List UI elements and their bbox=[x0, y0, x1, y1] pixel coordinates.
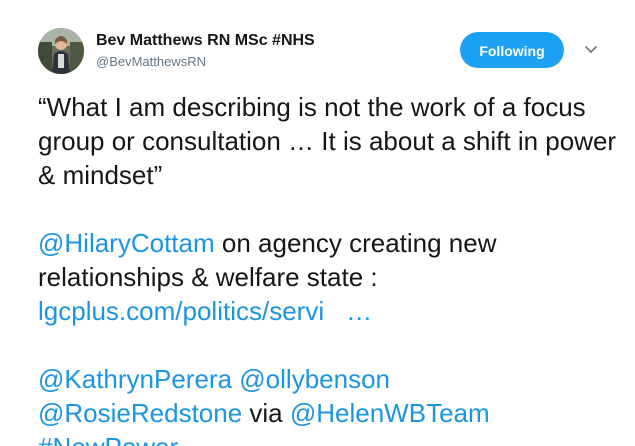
tweet-card: Bev Matthews RN MSc #NHS @BevMatthewsRN … bbox=[0, 0, 635, 446]
hashtag-newpower[interactable]: #NewPower bbox=[38, 432, 178, 446]
mention-hilarycottam[interactable]: @HilaryCottam bbox=[38, 228, 215, 258]
mention-kathrynperera[interactable]: @KathrynPerera bbox=[38, 364, 232, 394]
article-link[interactable]: lgcplus.com/politics/servi bbox=[38, 296, 324, 326]
chevron-down-icon[interactable] bbox=[584, 42, 598, 56]
tweet-text: “What I am describing is not the work of… bbox=[38, 90, 618, 446]
link-ellipsis: … bbox=[346, 296, 373, 326]
user-info: Bev Matthews RN MSc #NHS @BevMatthewsRN bbox=[96, 31, 315, 70]
tweet-text-via: via bbox=[242, 398, 290, 428]
tweet-paragraph-agency: @HilaryCottam on agency creating new rel… bbox=[38, 226, 618, 328]
avatar[interactable] bbox=[38, 28, 84, 74]
mention-rosieredstone[interactable]: @RosieRedstone bbox=[38, 398, 242, 428]
display-name[interactable]: Bev Matthews RN MSc #NHS bbox=[96, 31, 315, 51]
profile-photo-icon bbox=[38, 28, 84, 74]
tweet-paragraph-mentions: @KathrynPerera @ollybenson @RosieRedston… bbox=[38, 362, 618, 446]
following-button[interactable]: Following bbox=[460, 32, 564, 68]
tweet-text-agency-1: on agency creating new bbox=[214, 228, 497, 258]
user-handle[interactable]: @BevMatthewsRN bbox=[96, 53, 315, 70]
tweet-quote: “What I am describing is not the work of… bbox=[38, 92, 617, 190]
tweet-text-agency-2: relationships & welfare state : bbox=[38, 262, 378, 292]
mention-helenwbteam[interactable]: @HelenWBTeam bbox=[290, 398, 490, 428]
mention-ollybenson[interactable]: @ollybenson bbox=[239, 364, 390, 394]
